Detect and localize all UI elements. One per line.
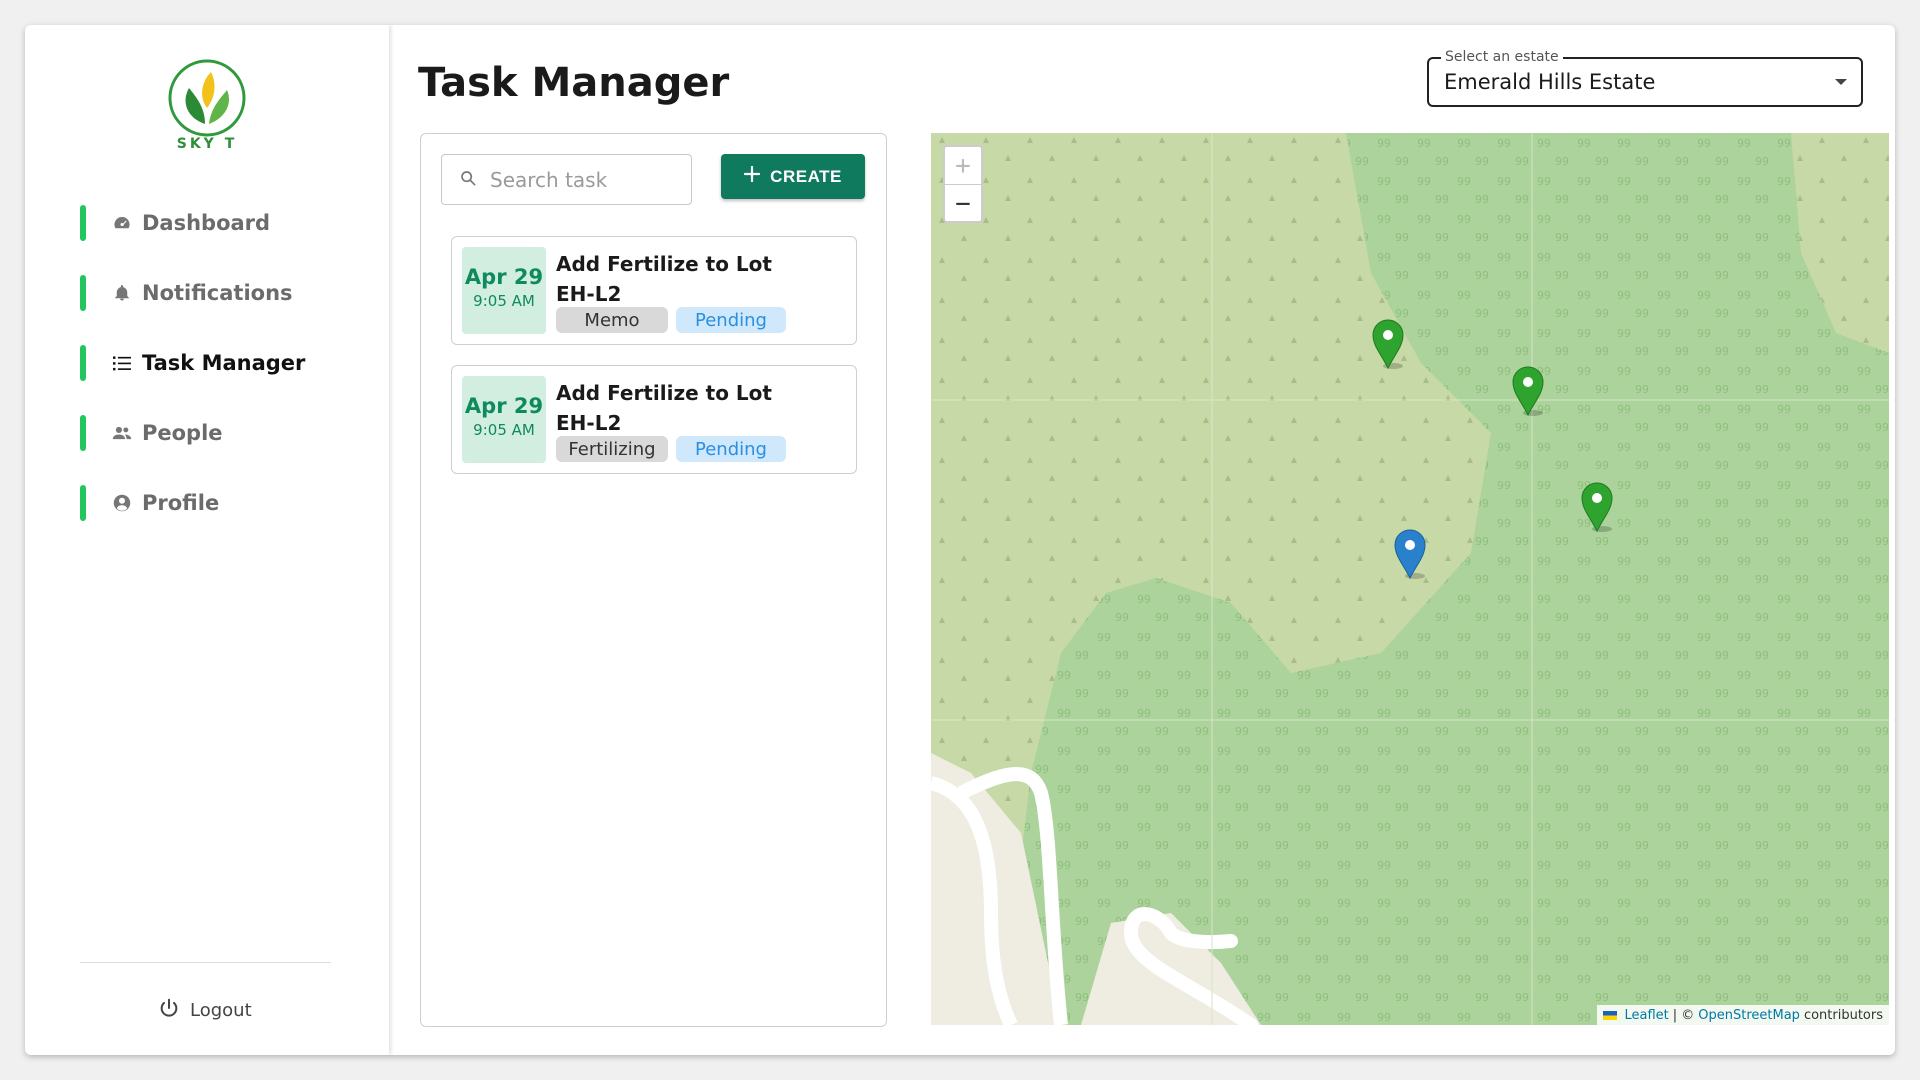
sidebar-item-profile[interactable]: Profile [80,485,360,521]
logout-button[interactable]: Logout [158,995,252,1025]
sidebar-item-task-manager[interactable]: Task Manager [80,345,360,381]
task-status-chip: Pending [676,307,786,333]
map-marker-green[interactable] [1371,318,1405,370]
zoom-control: + − [943,145,983,223]
task-panel: CREATE Apr 29 9:05 AM Add Fertilize to L… [420,133,887,1027]
task-title: Add Fertilize to Lot EH-L2 [556,381,772,435]
location-pin-icon [1581,482,1613,533]
leaflet-link[interactable]: Leaflet [1624,1008,1668,1023]
estate-select[interactable]: Select an estate Emerald Hills Estate [1427,49,1863,107]
power-icon [158,997,180,1023]
location-pin-icon [1394,529,1426,580]
task-status-chip: Pending [676,436,786,462]
create-button-label: CREATE [770,166,842,186]
brand-logo: SKY T [167,58,247,154]
sidebar-item-label: Notifications [142,281,293,305]
task-chips: Fertilizing Pending [556,436,786,462]
estate-select-label: Select an estate [1441,49,1563,65]
sidebar-item-dashboard[interactable]: Dashboard [80,205,360,241]
task-title: Add Fertilize to Lot EH-L2 [556,252,772,306]
zoom-out-button[interactable]: − [945,185,981,222]
sidebar-item-notifications[interactable]: Notifications [80,275,360,311]
dropdown-arrow-icon [1835,79,1847,85]
attribution-suffix: contributors [1803,1007,1883,1023]
create-task-button[interactable]: CREATE [721,154,865,199]
map-attribution: Leaflet | © OpenStreetMap contributors [1597,1005,1889,1025]
map-marker-blue[interactable] [1393,528,1427,580]
brand-name: SKY T [176,136,238,152]
sidebar-item-label: Profile [142,491,220,515]
task-type-chip: Memo [556,307,668,333]
zoom-in-button[interactable]: + [945,147,981,184]
estate-map[interactable]: 99 99 + − [931,133,1889,1025]
sidebar-item-label: People [142,421,223,445]
ukraine-flag-icon [1603,1010,1618,1020]
sidebar-divider [80,962,331,963]
people-icon [112,423,132,443]
nav-indicator [80,205,86,241]
task-chips: Memo Pending [556,307,786,333]
task-card[interactable]: Apr 29 9:05 AM Add Fertilize to Lot EH-L… [451,236,857,345]
sidebar-item-people[interactable]: People [80,415,360,451]
task-date: Apr 29 [464,265,544,289]
dashboard-icon [112,213,132,233]
plus-icon [744,165,761,187]
logout-label: Logout [190,999,252,1021]
task-date-badge: Apr 29 9:05 AM [462,376,546,463]
nav-indicator [80,275,86,311]
osm-link[interactable]: OpenStreetMap [1698,1008,1800,1023]
map-marker-green[interactable] [1511,365,1545,417]
sidebar-item-label: Dashboard [142,211,271,235]
estate-select-value: Emerald Hills Estate [1444,70,1656,94]
nav-indicator [80,415,86,451]
map-marker-green[interactable] [1580,481,1614,533]
sidebar-nav: Dashboard Notifications Task Manager Peo… [80,205,360,555]
task-list-icon [112,353,132,373]
task-type-chip: Fertilizing [556,436,668,462]
task-date-badge: Apr 29 9:05 AM [462,247,546,334]
sidebar: SKY T Dashboard Notifications Task Manag… [25,25,389,1055]
app-window: SKY T Dashboard Notifications Task Manag… [25,25,1895,1055]
page-title: Task Manager [418,60,730,106]
search-input[interactable] [490,167,670,192]
location-pin-icon [1512,366,1544,417]
leaf-logo-icon [168,59,246,137]
sidebar-item-label: Task Manager [142,351,306,375]
attribution-separator: | © [1672,1007,1695,1023]
task-time: 9:05 AM [473,421,535,439]
nav-indicator [80,485,86,521]
profile-icon [112,493,132,513]
task-card[interactable]: Apr 29 9:05 AM Add Fertilize to Lot EH-L… [451,365,857,474]
task-date: Apr 29 [464,394,544,418]
nav-indicator [80,345,86,381]
search-icon [460,170,476,190]
task-time: 9:05 AM [473,292,535,310]
bell-icon [112,283,132,303]
search-box[interactable] [441,154,692,205]
location-pin-icon [1372,319,1404,370]
